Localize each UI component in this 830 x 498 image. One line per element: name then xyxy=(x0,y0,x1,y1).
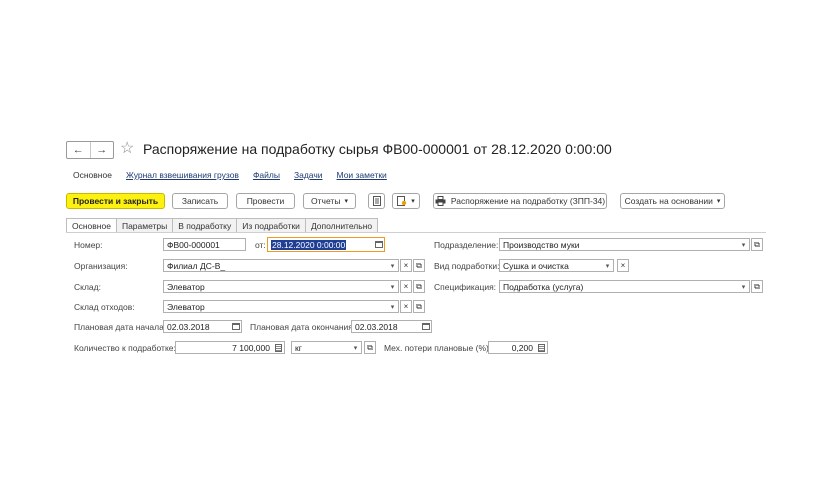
waste-warehouse-field[interactable]: Элеватор ▾ xyxy=(163,300,399,313)
date-field[interactable]: 28.12.2020 0:00:00 xyxy=(267,237,385,252)
history-nav: ← → xyxy=(66,141,114,159)
warehouse-label: Склад: xyxy=(74,282,101,292)
organization-field[interactable]: Филиал ДС-В_ ▾ xyxy=(163,259,399,272)
division-value: Производство муки xyxy=(503,239,580,250)
section-link-weighing-journal[interactable]: Журнал взвешивания грузов xyxy=(126,170,239,180)
unit-value: кг xyxy=(295,342,302,353)
number-value: ФВ00-000001 xyxy=(167,239,220,250)
post-button[interactable]: Провести xyxy=(236,193,295,209)
organization-value: Филиал ДС-В_ xyxy=(167,260,226,271)
division-field[interactable]: Производство муки ▾ xyxy=(499,238,750,251)
reports-dropdown-button[interactable]: Отчеты ▾ xyxy=(303,193,356,209)
chevron-down-icon: ▾ xyxy=(716,198,721,205)
tab-divider xyxy=(66,232,766,233)
plan-start-label: Плановая дата начала: xyxy=(74,322,167,332)
chevron-down-icon: ▾ xyxy=(344,198,348,205)
warehouse-field[interactable]: Элеватор ▾ xyxy=(163,280,399,293)
quantity-label: Количество к подработке: xyxy=(74,343,176,353)
open-icon[interactable]: ⧉ xyxy=(751,238,763,251)
processing-kind-value: Сушка и очистка xyxy=(503,260,569,271)
plan-start-value: 02.03.2018 xyxy=(167,321,210,332)
calculator-icon[interactable] xyxy=(273,342,284,353)
printer-icon xyxy=(435,196,446,206)
calculator-icon[interactable] xyxy=(536,342,547,353)
reports-label: Отчеты xyxy=(311,196,341,206)
tab-parameters[interactable]: Параметры xyxy=(116,218,174,232)
calendar-icon[interactable] xyxy=(373,239,384,250)
number-field[interactable]: ФВ00-000001 xyxy=(163,238,246,251)
loss-field[interactable]: 0,200 xyxy=(488,341,548,354)
open-icon[interactable]: ⧉ xyxy=(413,280,425,293)
chevron-down-icon[interactable]: ▾ xyxy=(602,262,613,270)
write-button[interactable]: Записать xyxy=(172,193,228,209)
open-icon[interactable]: ⧉ xyxy=(751,280,763,293)
organization-label: Организация: xyxy=(74,261,128,271)
clear-icon[interactable]: × xyxy=(400,300,412,313)
waste-warehouse-value: Элеватор xyxy=(167,301,205,312)
page-title: Распоряжение на подработку сырья ФВ00-00… xyxy=(143,141,612,157)
quantity-field[interactable]: 7 100,000 xyxy=(175,341,285,354)
loss-value: 0,200 xyxy=(511,342,533,353)
create-based-on-label: Создать на основании xyxy=(624,196,713,206)
section-link-tasks[interactable]: Задачи xyxy=(294,170,323,180)
structure-button[interactable] xyxy=(368,193,385,209)
clear-icon[interactable]: × xyxy=(400,259,412,272)
tab-to-processing[interactable]: В подработку xyxy=(173,218,238,232)
back-arrow-icon[interactable]: ← xyxy=(67,142,90,158)
specification-field[interactable]: Подработка (услуга) ▾ xyxy=(499,280,750,293)
attach-dropdown-button[interactable]: ▾ xyxy=(392,193,420,209)
plan-start-field[interactable]: 02.03.2018 xyxy=(163,320,242,333)
open-icon[interactable]: ⧉ xyxy=(413,300,425,313)
specification-value: Подработка (услуга) xyxy=(503,281,584,292)
chevron-down-icon[interactable]: ▾ xyxy=(387,283,398,291)
open-icon[interactable]: ⧉ xyxy=(364,341,376,354)
post-and-close-button[interactable]: Провести и закрыть xyxy=(66,193,165,209)
plan-end-value: 02.03.2018 xyxy=(355,321,398,332)
plan-end-field[interactable]: 02.03.2018 xyxy=(351,320,432,333)
open-icon[interactable]: ⧉ xyxy=(413,259,425,272)
section-link-notes[interactable]: Мои заметки xyxy=(337,170,387,180)
waste-warehouse-label: Склад отходов: xyxy=(74,302,135,312)
specification-label: Спецификация: xyxy=(434,282,497,292)
favorite-star-icon[interactable]: ☆ xyxy=(120,140,134,158)
unit-field[interactable]: кг ▾ xyxy=(291,341,362,354)
tab-main[interactable]: Основное xyxy=(66,218,117,232)
calendar-icon[interactable] xyxy=(230,321,241,332)
tab-bar: Основное Параметры В подработку Из подра… xyxy=(66,218,379,232)
chevron-down-icon[interactable]: ▾ xyxy=(738,283,749,291)
processing-kind-field[interactable]: Сушка и очистка ▾ xyxy=(499,259,614,272)
number-label: Номер: xyxy=(74,240,103,250)
plan-end-label: Плановая дата окончания: xyxy=(250,322,356,332)
tab-additional[interactable]: Дополнительно xyxy=(305,218,379,232)
forward-arrow-icon[interactable]: → xyxy=(89,142,114,158)
form-sections-nav: Основное Журнал взвешивания грузов Файлы… xyxy=(73,170,401,180)
tab-from-processing[interactable]: Из подработки xyxy=(237,218,306,232)
create-based-on-button[interactable]: Создать на основании ▾ xyxy=(620,193,725,209)
section-link-files[interactable]: Файлы xyxy=(253,170,280,180)
processing-kind-label: Вид подработки: xyxy=(434,261,500,271)
calendar-icon[interactable] xyxy=(420,321,431,332)
clear-icon[interactable]: × xyxy=(617,259,629,272)
loss-label: Мех. потери плановые (%): xyxy=(384,343,492,353)
chevron-down-icon: ▾ xyxy=(411,198,415,205)
date-value: 28.12.2020 0:00:00 xyxy=(271,239,347,250)
date-label: от: xyxy=(255,240,266,250)
division-label: Подразделение: xyxy=(434,240,499,250)
section-link-main[interactable]: Основное xyxy=(73,170,112,180)
document-list-icon xyxy=(372,196,381,206)
attachment-icon xyxy=(397,196,407,206)
clear-icon[interactable]: × xyxy=(400,280,412,293)
chevron-down-icon[interactable]: ▾ xyxy=(350,344,361,352)
print-order-label: Распоряжение на подработку (ЗПП-34) xyxy=(450,196,606,206)
chevron-down-icon[interactable]: ▾ xyxy=(738,241,749,249)
print-order-button[interactable]: Распоряжение на подработку (ЗПП-34) xyxy=(433,193,607,209)
warehouse-value: Элеватор xyxy=(167,281,205,292)
quantity-value: 7 100,000 xyxy=(232,342,270,353)
chevron-down-icon[interactable]: ▾ xyxy=(387,303,398,311)
chevron-down-icon[interactable]: ▾ xyxy=(387,262,398,270)
